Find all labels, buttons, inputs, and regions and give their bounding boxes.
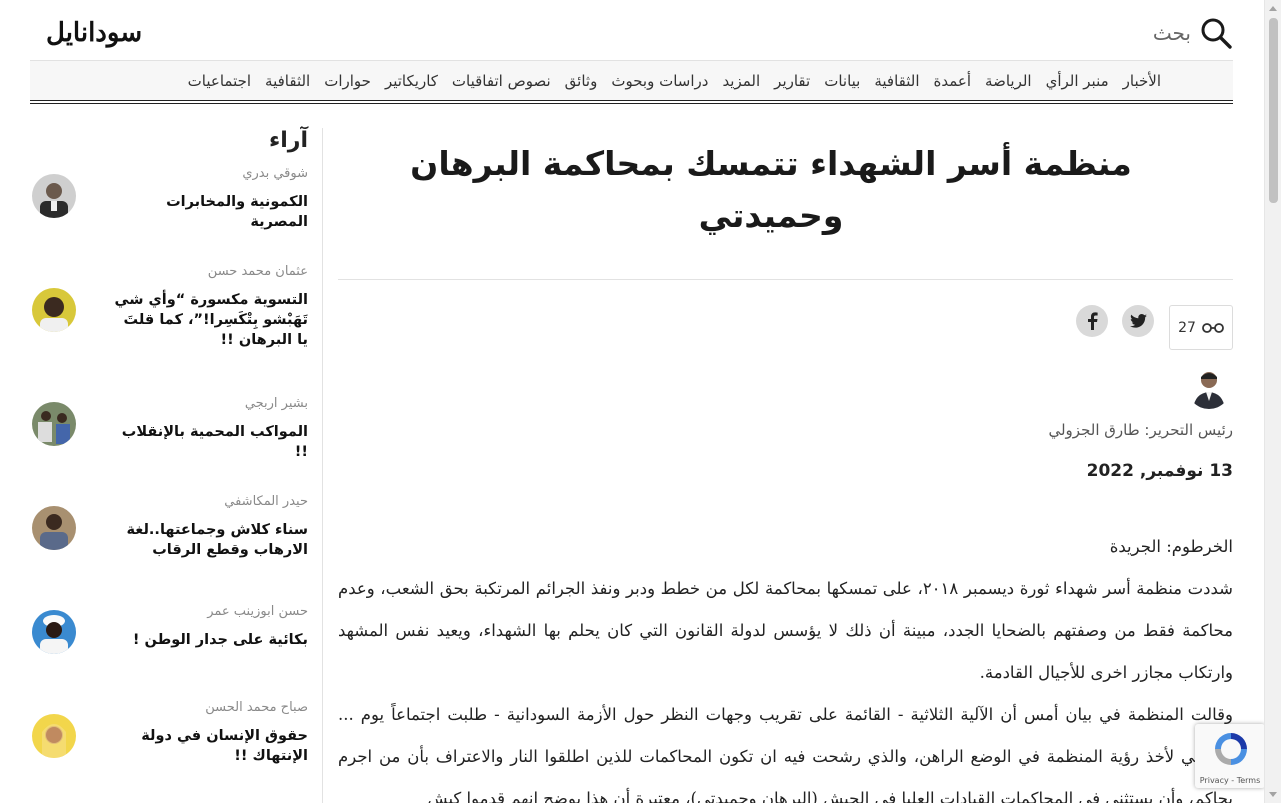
facebook-share-button[interactable] [1076, 305, 1108, 337]
nav-divider [30, 100, 1233, 101]
publish-date: 13 نوفمبر, 2022 [1086, 461, 1233, 481]
vertical-scrollbar[interactable] [1264, 0, 1281, 803]
avatar[interactable] [32, 174, 76, 218]
article-body: الخرطوم: الجريدة شددت منظمة أسر شهداء ثو… [338, 526, 1233, 803]
nav-item-studies[interactable]: دراسات وبحوث [611, 72, 708, 90]
article-title: منظمة أسر الشهداء تتمسك بمحاكمة البرهان … [410, 144, 1132, 235]
recaptcha-links[interactable]: Privacy - Terms [1195, 776, 1265, 785]
avatar[interactable] [32, 714, 76, 758]
nav-item-statements[interactable]: بيانات [824, 72, 860, 90]
opinion-author[interactable]: بشير اربجي [245, 396, 308, 411]
article: منظمة أسر الشهداء تتمسك بمحاكمة البرهان … [338, 128, 1233, 803]
opinion-item[interactable]: حسن ابوزينب عمر بكائية على جدار الوطن ! [30, 604, 322, 694]
views-count: 27 [1178, 319, 1196, 336]
twitter-icon [1129, 314, 1147, 328]
nav-item-culture-2[interactable]: الثقافية [265, 72, 310, 90]
nav-item-social[interactable]: اجتماعيات [188, 72, 251, 90]
glasses-icon [1202, 322, 1224, 333]
nav-item-more[interactable]: المزيد [722, 72, 760, 90]
nav-item-caricature[interactable]: كاريكاتير [385, 72, 438, 90]
share-buttons [1076, 305, 1154, 337]
opinion-author[interactable]: حيدر المكاشفي [224, 494, 308, 509]
opinion-author[interactable]: حسن ابوزينب عمر [207, 604, 308, 619]
sidebar-title: آراء [269, 128, 308, 153]
opinion-title[interactable]: الكمونية والمخابرات المصرية [108, 192, 308, 232]
opinion-author[interactable]: شوقي بدري [242, 166, 308, 181]
nav-item-news[interactable]: الأخبار [1123, 72, 1161, 90]
site-header: سودانايل بحث الأخبار منبر الرأي الرياضة … [30, 0, 1233, 104]
scrollbar-thumb[interactable] [1269, 18, 1278, 203]
opinions-sidebar: آراء شوقي بدري الكمونية والمخابرات المصر… [30, 128, 323, 803]
views-counter: 27 [1169, 305, 1233, 350]
nav-item-agreements[interactable]: نصوص اتفاقيات [452, 72, 551, 90]
title-divider [338, 279, 1233, 280]
opinion-title[interactable]: المواكب المحمية بالإنقلاب !! [108, 422, 308, 462]
nav-item-columns[interactable]: أعمدة [934, 72, 972, 90]
facebook-icon [1088, 312, 1098, 330]
search-button[interactable]: بحث [1153, 16, 1233, 50]
site-logo[interactable]: سودانايل [46, 18, 142, 48]
opinion-title[interactable]: حقوق الإنسان في دولة الإنتهاك !! [108, 726, 308, 766]
opinion-title[interactable]: التسوية مكسورة “وأي شي تَهَبْشو بِتْكَسِ… [108, 290, 308, 350]
nav-item-reports[interactable]: تقارير [774, 72, 810, 90]
editor-avatar[interactable] [1187, 365, 1231, 409]
nav-item-interviews[interactable]: حوارات [324, 72, 371, 90]
avatar[interactable] [32, 506, 76, 550]
scroll-up-icon[interactable] [1269, 6, 1277, 11]
article-paragraph: الخرطوم: الجريدة [1109, 537, 1233, 556]
nav-item-opinion[interactable]: منبر الرأي [1046, 72, 1109, 90]
opinion-item[interactable]: صباح محمد الحسن حقوق الإنسان في دولة الإ… [30, 700, 322, 790]
nav-item-culture[interactable]: الثقافية [874, 72, 919, 90]
opinion-title[interactable]: بكائية على جدار الوطن ! [108, 630, 308, 650]
search-icon [1201, 18, 1232, 49]
opinion-author[interactable]: صباح محمد الحسن [205, 700, 308, 715]
avatar[interactable] [32, 288, 76, 332]
article-paragraph: شددت منظمة أسر شهداء ثورة ديسمبر ٢٠١٨، ع… [338, 579, 1233, 682]
search-label: بحث [1152, 21, 1191, 45]
nav-item-sports[interactable]: الرياضة [985, 72, 1032, 90]
scroll-down-icon[interactable] [1269, 792, 1277, 797]
main-nav: الأخبار منبر الرأي الرياضة أعمدة الثقافي… [30, 60, 1233, 100]
recaptcha-icon [1215, 733, 1247, 765]
opinion-title[interactable]: سناء كلاش وجماعتها..لغة الارهاب وقطع الر… [108, 520, 309, 560]
twitter-share-button[interactable] [1122, 305, 1154, 337]
editor-byline[interactable]: رئيس التحرير: طارق الجزولي [1048, 421, 1233, 439]
opinion-item[interactable]: بشير اربجي المواكب المحمية بالإنقلاب !! [30, 396, 322, 486]
opinion-item[interactable]: عثمان محمد حسن التسوية مكسورة “وأي شي تَ… [30, 264, 322, 354]
opinion-item[interactable]: شوقي بدري الكمونية والمخابرات المصرية [30, 166, 322, 256]
recaptcha-badge[interactable]: Privacy - Terms [1195, 724, 1265, 788]
avatar[interactable] [32, 610, 76, 654]
opinion-item[interactable]: حيدر المكاشفي سناء كلاش وجماعتها..لغة ال… [30, 494, 322, 584]
opinion-author[interactable]: عثمان محمد حسن [208, 264, 308, 279]
nav-divider [30, 103, 1233, 104]
article-paragraph: وقالت المنظمة في بيان أمس أن الآلية الثل… [338, 705, 1233, 803]
nav-item-documents[interactable]: وثائق [565, 72, 598, 90]
avatar[interactable] [32, 402, 76, 446]
